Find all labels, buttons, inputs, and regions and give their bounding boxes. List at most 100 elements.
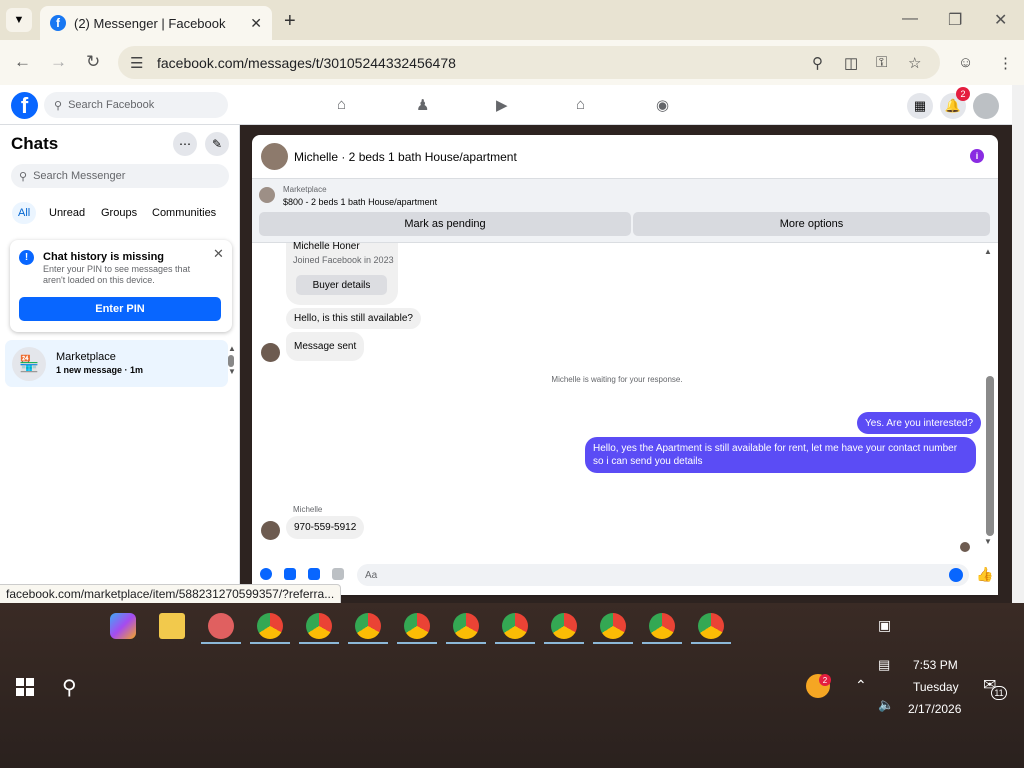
app-running-indicator — [348, 642, 388, 644]
chrome-icon[interactable] — [404, 613, 430, 639]
notification-count: 11 — [991, 686, 1007, 700]
search-icon: ⚲ — [19, 170, 28, 183]
contact-small-avatar[interactable] — [261, 521, 280, 540]
emoji-icon[interactable] — [949, 568, 963, 582]
restore-button[interactable]: ❐ — [948, 10, 962, 30]
photo-icon[interactable] — [284, 568, 296, 580]
thread-scroll-thumb[interactable] — [986, 376, 994, 536]
chrome-icon[interactable] — [257, 613, 283, 639]
forward-button[interactable]: → — [50, 52, 67, 72]
account-avatar[interactable] — [973, 93, 999, 119]
chrome-icon[interactable] — [649, 613, 675, 639]
scroll-thumb[interactable] — [228, 355, 234, 367]
enter-pin-button[interactable]: Enter PIN — [19, 297, 221, 321]
clock-day[interactable]: Tuesday — [913, 680, 959, 694]
chrome-icon[interactable] — [453, 613, 479, 639]
mark-as-pending-button[interactable]: Mark as pending — [259, 212, 631, 236]
conversation-title[interactable]: Michelle · 2 beds 1 bath House/apartment — [294, 150, 517, 164]
buyer-details-button[interactable]: Buyer details — [296, 275, 387, 295]
app-icon[interactable] — [208, 613, 234, 639]
chrome-icon[interactable] — [502, 613, 528, 639]
chrome-icon[interactable] — [306, 613, 332, 639]
home-icon[interactable]: ⌂ — [337, 96, 346, 113]
app-running-indicator — [299, 642, 339, 644]
clock-date[interactable]: 2/17/2026 — [908, 702, 961, 716]
outgoing-message[interactable]: Hello, yes the Apartment is still availa… — [585, 437, 976, 473]
filter-groups[interactable]: Groups — [95, 202, 143, 224]
copilot-icon[interactable] — [110, 613, 136, 639]
alert-icon: ! — [19, 250, 34, 265]
chat-list-scrollbar[interactable]: ▲ ▼ — [228, 344, 236, 382]
close-icon[interactable]: ✕ — [213, 246, 224, 262]
search-icon[interactable]: ⚲ — [62, 675, 77, 700]
password-key-icon[interactable]: ⚿ — [876, 54, 887, 71]
facebook-logo-icon[interactable]: f — [11, 92, 38, 119]
chrome-icon[interactable] — [355, 613, 381, 639]
new-message-button[interactable]: ✎ — [205, 132, 229, 156]
filter-all[interactable]: All — [12, 202, 37, 224]
profile-icon[interactable]: ☺ — [958, 54, 973, 71]
sticker-icon[interactable] — [308, 568, 320, 580]
outgoing-message[interactable]: Yes. Are you interested? — [857, 412, 982, 434]
marketplace-avatar-icon: 🏪 — [12, 347, 46, 381]
incoming-message[interactable]: Message sent — [286, 332, 365, 361]
filter-communities[interactable]: Communities — [146, 202, 222, 224]
windows-start-icon[interactable] — [16, 678, 34, 696]
message-input[interactable]: Aa — [357, 564, 969, 586]
url-text[interactable]: facebook.com/messages/t/3010524433245647… — [157, 55, 456, 71]
chat-options-button[interactable]: ⋯ — [173, 132, 197, 156]
listing-title[interactable]: $800 - 2 beds 1 bath House/apartment — [283, 197, 437, 207]
file-explorer-icon[interactable] — [159, 613, 185, 639]
new-tab-button[interactable]: + — [284, 10, 296, 33]
facebook-search-input[interactable]: ⚲ Search Facebook — [44, 92, 228, 118]
video-icon[interactable]: ▶ — [496, 96, 508, 114]
incoming-message[interactable]: 970-559-5912 — [286, 516, 365, 539]
thumbs-up-icon[interactable]: 👍 — [976, 566, 993, 583]
contact-avatar[interactable] — [261, 143, 288, 170]
site-info-icon[interactable]: ☰ — [130, 54, 143, 72]
chrome-icon[interactable] — [600, 613, 626, 639]
tab-close-icon[interactable]: ✕ — [250, 15, 262, 32]
microphone-icon[interactable] — [260, 568, 272, 580]
history-card-title: Chat history is missing — [43, 251, 165, 263]
scroll-up-icon[interactable]: ▲ — [984, 247, 996, 256]
tab-search-dropdown[interactable]: ▼ — [6, 8, 32, 32]
close-window-button[interactable]: ✕ — [994, 10, 1007, 30]
incoming-message[interactable]: Hello, is this still available? — [286, 308, 421, 329]
scroll-down-icon[interactable]: ▼ — [228, 367, 236, 376]
scroll-down-icon[interactable]: ▼ — [984, 537, 992, 546]
waiting-notice: Michelle is waiting for your response. — [551, 375, 683, 384]
chats-title: Chats — [11, 134, 59, 153]
scroll-up-icon[interactable]: ▲ — [228, 344, 236, 353]
install-app-icon[interactable]: ◫ — [844, 54, 858, 72]
contact-small-avatar[interactable] — [261, 343, 280, 362]
chevron-up-icon[interactable]: ⌃ — [855, 677, 867, 694]
friends-icon[interactable]: ♟ — [416, 96, 429, 114]
reload-button[interactable]: ↻ — [86, 52, 100, 72]
chrome-icon[interactable] — [551, 613, 577, 639]
messenger-search-input[interactable]: ⚲ Search Messenger — [11, 164, 229, 188]
app-running-indicator — [397, 642, 437, 644]
groups-icon[interactable]: ◉ — [656, 96, 669, 114]
network-icon[interactable]: ▤ — [878, 657, 890, 673]
menu-grid-button[interactable]: ▦ — [907, 93, 933, 119]
app-running-indicator — [642, 642, 682, 644]
filter-unread[interactable]: Unread — [43, 202, 91, 224]
page-scrollbar[interactable] — [1012, 85, 1024, 603]
minimize-button[interactable]: — — [902, 10, 918, 28]
bookmark-star-icon[interactable]: ☆ — [908, 54, 921, 72]
back-button[interactable]: ← — [14, 52, 31, 72]
info-icon[interactable]: i — [970, 149, 984, 163]
menu-kebab-icon[interactable]: ⋮ — [998, 54, 1013, 72]
chrome-icon[interactable] — [698, 613, 724, 639]
browser-tab[interactable]: f (2) Messenger | Facebook ✕ — [40, 6, 272, 40]
volume-icon[interactable]: 🔈 — [878, 697, 894, 713]
app-running-indicator — [691, 642, 731, 644]
marketplace-icon[interactable]: ⌂ — [576, 96, 585, 113]
clock-time[interactable]: 7:53 PM — [913, 658, 958, 672]
gif-icon[interactable] — [332, 568, 344, 580]
listing-thumbnail[interactable] — [259, 187, 275, 203]
more-options-button[interactable]: More options — [633, 212, 990, 236]
zoom-icon[interactable]: ⚲ — [812, 54, 823, 72]
meet-now-icon[interactable]: ▣ — [878, 617, 891, 634]
